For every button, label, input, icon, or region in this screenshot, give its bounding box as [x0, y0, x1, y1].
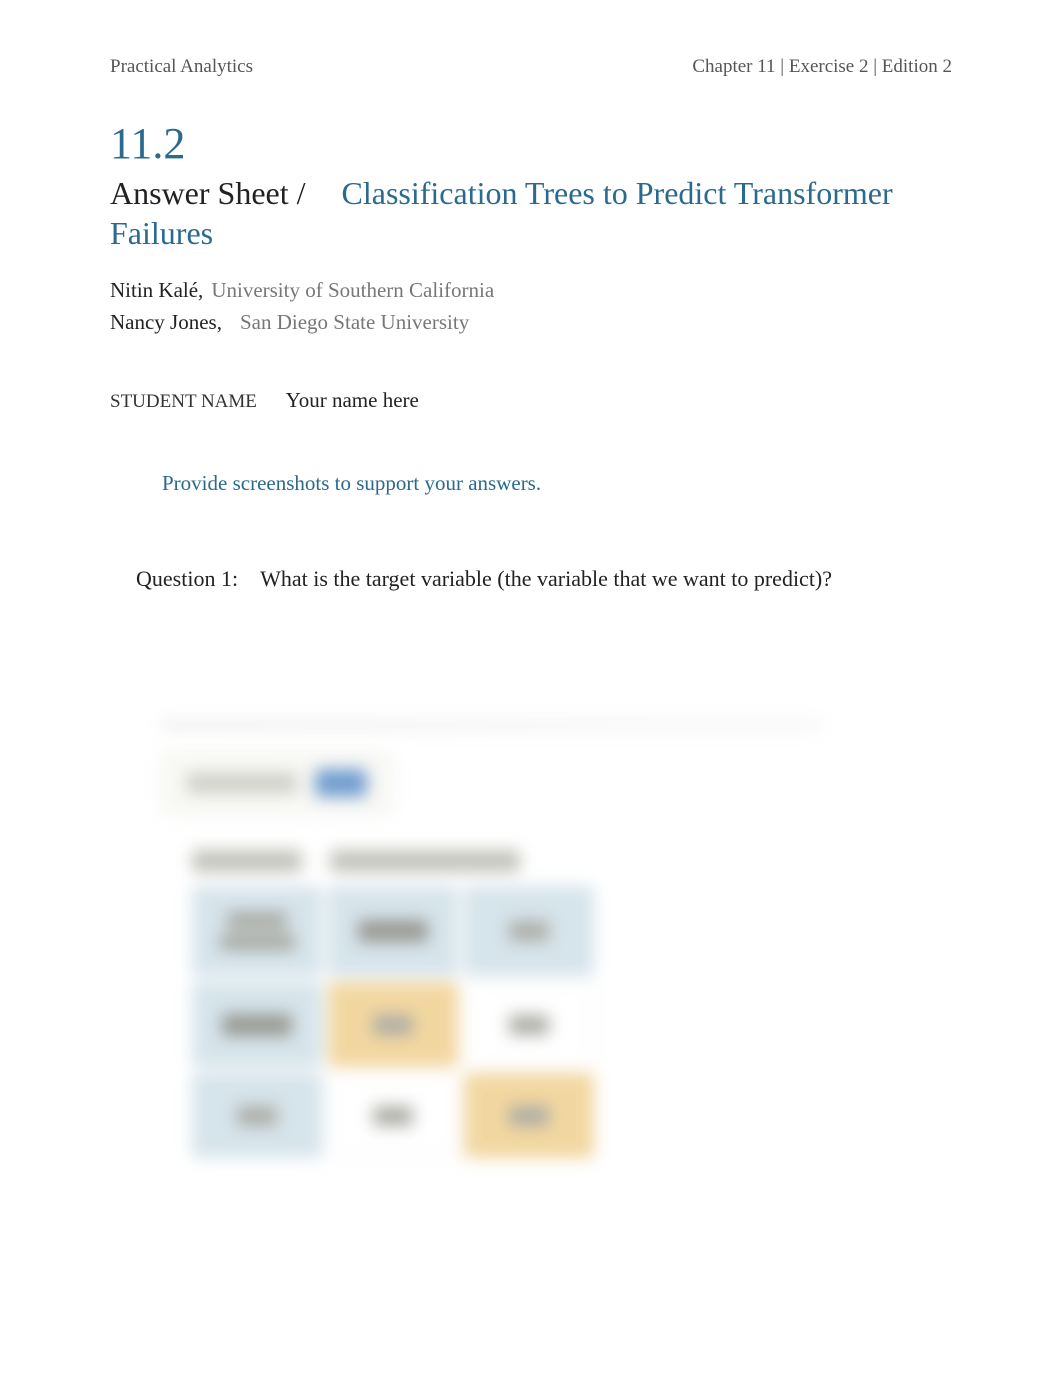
blurred-cell-fn	[464, 982, 594, 1067]
blurred-cell-fp	[328, 1073, 458, 1158]
author-affiliation-1: University of Southern California	[211, 278, 494, 302]
title-answer-sheet: Answer Sheet	[110, 175, 289, 211]
section-number: 11.2	[110, 118, 952, 169]
author-row-1: Nitin Kalé, University of Southern Califo…	[110, 275, 952, 307]
blurred-confusion-matrix	[192, 886, 602, 1158]
question-1-text: What is the target variable (the variabl…	[260, 566, 832, 591]
student-name-label: STUDENT NAME	[110, 391, 257, 412]
student-name-value[interactable]: Your name here	[286, 388, 419, 412]
blurred-screenshot	[162, 722, 822, 1158]
blurred-target-variable-box	[162, 752, 392, 814]
blurred-label	[187, 773, 297, 793]
blurred-pill	[315, 769, 367, 797]
header-book-title: Practical Analytics	[110, 56, 253, 78]
header-chapter-info: Chapter 11 | Exercise 2 | Edition 2	[692, 56, 952, 78]
blurred-cell-row2	[192, 1073, 322, 1158]
blurred-cell-col2	[464, 886, 594, 976]
page-header: Practical Analytics Chapter 11 | Exercis…	[110, 56, 952, 78]
blurred-header-1	[192, 850, 302, 872]
page-title: Answer Sheet / Classification Trees to P…	[110, 173, 952, 253]
title-slash: /	[289, 175, 314, 211]
blurred-cell-col1	[328, 886, 458, 976]
blurred-cell-corner	[192, 886, 322, 976]
student-name-row: STUDENT NAME Your name here	[110, 388, 952, 413]
question-1: Question 1: What is the target variable (…	[136, 566, 952, 592]
blurred-tabs	[162, 722, 822, 728]
author-name-1: Nitin Kalé,	[110, 278, 203, 302]
blurred-cell-tn	[464, 1073, 594, 1158]
author-affiliation-2: San Diego State University	[240, 310, 469, 334]
instruction-text: Provide screenshots to support your answ…	[162, 471, 952, 496]
authors-block: Nitin Kalé, University of Southern Califo…	[110, 275, 952, 338]
author-name-2: Nancy Jones,	[110, 310, 222, 334]
blurred-table-headers	[192, 850, 822, 872]
blurred-cell-tp	[328, 982, 458, 1067]
document-page: Practical Analytics Chapter 11 | Exercis…	[0, 0, 1062, 1198]
author-row-2: Nancy Jones, San Diego State University	[110, 307, 952, 339]
blurred-cell-row1	[192, 982, 322, 1067]
blurred-header-2	[330, 850, 520, 872]
question-1-label: Question 1:	[136, 566, 238, 591]
